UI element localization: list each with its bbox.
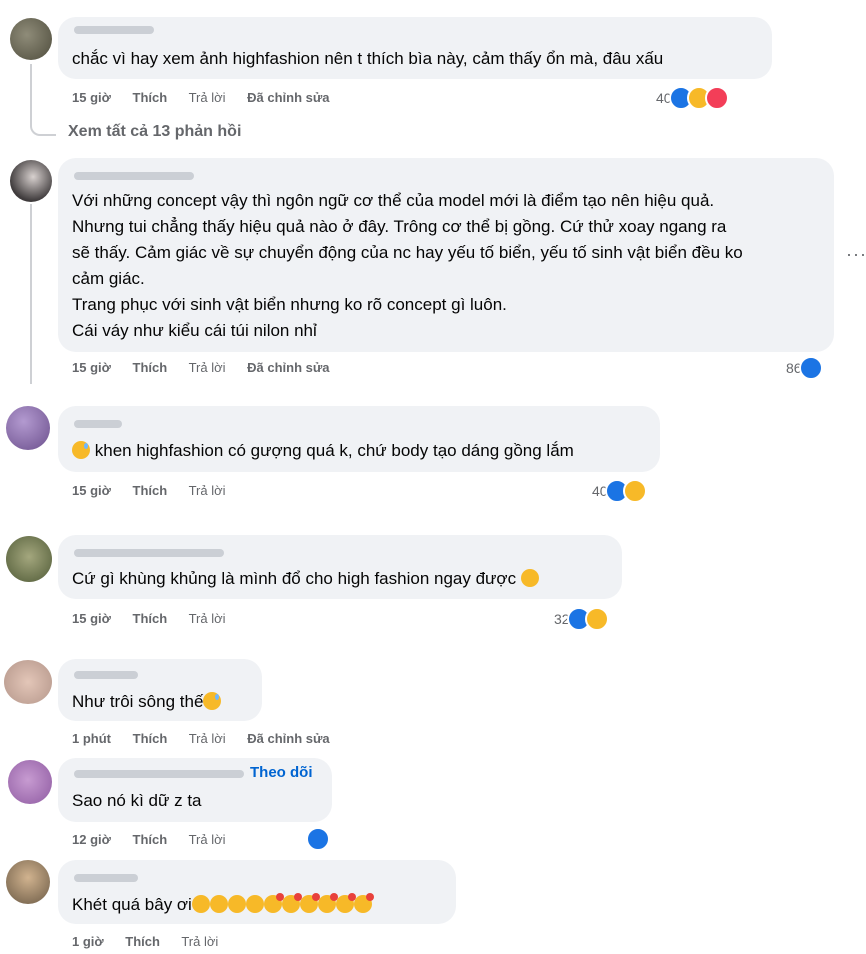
reaction-summary[interactable]: 40 xyxy=(656,86,729,110)
timestamp[interactable]: 15 giờ xyxy=(72,483,111,498)
reply-button[interactable]: Trả lời xyxy=(189,731,226,746)
like-icon xyxy=(798,356,823,380)
heart-face-emoji-icon xyxy=(281,893,302,913)
author-name-redacted[interactable] xyxy=(74,172,194,180)
comment-actions: 15 giờ Thích Trả lời xyxy=(72,483,244,498)
comment-text: Sao nó kì dữ z ta xyxy=(72,791,202,810)
comment-text-line: sẽ thấy. Cảm giác về sự chuyển động của … xyxy=(72,243,743,262)
like-button[interactable]: Thích xyxy=(125,934,160,949)
comment-text-content: Khét quá bây ơi xyxy=(72,895,192,914)
like-button[interactable]: Thích xyxy=(133,360,168,375)
reaction-summary[interactable]: 40 xyxy=(592,479,647,503)
timestamp[interactable]: 15 giờ xyxy=(72,611,111,626)
comment-bubble: Theo dõi Sao nó kì dữ z ta xyxy=(58,758,332,822)
reply-button[interactable]: Trả lời xyxy=(189,360,226,375)
like-button[interactable]: Thích xyxy=(133,483,168,498)
comment-bubble: Với những concept vậy thì ngôn ngữ cơ th… xyxy=(58,158,834,352)
edited-label: Đã chỉnh sửa xyxy=(247,360,330,375)
author-name-redacted[interactable] xyxy=(74,549,224,557)
comment-text-content: khen highfashion có gượng quá k, chứ bod… xyxy=(94,441,574,460)
comment-text-line: cảm giác. xyxy=(72,269,145,288)
comment-actions: 12 giờ Thích Trả lời xyxy=(72,832,244,847)
avatar[interactable] xyxy=(8,760,52,804)
comment-bubble: khen highfashion có gượng quá k, chứ bod… xyxy=(58,406,660,472)
timestamp[interactable]: 15 giờ xyxy=(72,90,111,105)
reply-button[interactable]: Trả lời xyxy=(189,483,226,498)
comment-text-line: Cái váy như kiểu cái túi nilon nhỉ xyxy=(72,321,317,340)
reaction-summary[interactable]: 86 xyxy=(786,356,823,380)
haha-icon xyxy=(584,607,609,631)
comment-bubble: chắc vì hay xem ảnh highfashion nên t th… xyxy=(58,17,772,79)
comment-text: khen highfashion có gượng quá k, chứ bod… xyxy=(72,438,574,464)
timestamp[interactable]: 15 giờ xyxy=(72,360,111,375)
author-name-redacted[interactable] xyxy=(74,770,244,778)
timestamp[interactable]: 12 giờ xyxy=(72,832,111,847)
reply-button[interactable]: Trả lời xyxy=(189,832,226,847)
like-icon xyxy=(306,827,330,851)
comment-bubble: Khét quá bây ơi xyxy=(58,860,456,924)
comment-text-content: Như trôi sông thế xyxy=(72,692,204,711)
grin-sweat-emoji-icon xyxy=(72,441,90,459)
grin-emoji-icon xyxy=(191,895,210,913)
reaction-summary[interactable]: 32 xyxy=(554,607,609,631)
like-button[interactable]: Thích xyxy=(133,731,168,746)
view-replies-link[interactable]: Xem tất cả 13 phản hồi xyxy=(68,123,241,141)
comment-text: Khét quá bây ơi xyxy=(72,892,374,918)
comment-actions: 1 phút Thích Trả lời Đã chỉnh sửa xyxy=(72,731,348,746)
comment-text-line: Với những concept vậy thì ngôn ngữ cơ th… xyxy=(72,191,715,210)
timestamp[interactable]: 1 giờ xyxy=(72,934,104,949)
comment-actions: 15 giờ Thích Trả lời Đã chỉnh sửa xyxy=(72,90,348,105)
timestamp[interactable]: 1 phút xyxy=(72,731,111,746)
author-name-redacted[interactable] xyxy=(74,26,154,34)
reply-button[interactable]: Trả lời xyxy=(189,611,226,626)
comment-text-line: Trang phục với sinh vật biển nhưng ko rõ… xyxy=(72,295,507,314)
comment-bubble: Cứ gì khùng khủng là mình đổ cho high fa… xyxy=(58,535,622,599)
rolling-eyes-emoji-icon xyxy=(520,569,539,587)
grin-emoji-icon xyxy=(209,895,228,913)
heart-face-emoji-icon xyxy=(299,893,320,913)
reaction-summary[interactable] xyxy=(306,827,330,851)
avatar[interactable] xyxy=(4,660,52,704)
reply-button[interactable]: Trả lời xyxy=(189,90,226,105)
heart-face-emoji-icon xyxy=(263,893,284,913)
avatar[interactable] xyxy=(6,536,52,582)
author-name-redacted[interactable] xyxy=(74,420,122,428)
comment-bubble: Như trôi sông thế xyxy=(58,659,262,721)
relieved-emoji-icon xyxy=(203,692,222,710)
edited-label: Đã chỉnh sửa xyxy=(247,731,330,746)
author-name-redacted[interactable] xyxy=(74,671,138,679)
comment-text: Như trôi sông thế xyxy=(72,689,222,715)
heart-face-emoji-icon xyxy=(335,893,356,913)
thread-line xyxy=(30,64,56,136)
heart-face-emoji-icon xyxy=(317,893,338,913)
comment-text: Cứ gì khùng khủng là mình đổ cho high fa… xyxy=(72,566,539,592)
more-options-icon[interactable]: ··· xyxy=(846,244,866,265)
like-button[interactable]: Thích xyxy=(133,832,168,847)
grin-emoji-icon xyxy=(227,895,246,913)
author-name-redacted[interactable] xyxy=(74,874,138,882)
avatar[interactable] xyxy=(10,18,52,60)
grin-emoji-icon xyxy=(245,895,264,913)
avatar[interactable] xyxy=(6,406,50,450)
love-icon xyxy=(704,86,729,110)
comment-actions: 15 giờ Thích Trả lời Đã chỉnh sửa xyxy=(72,360,348,375)
follow-button[interactable]: Theo dõi xyxy=(250,764,313,781)
edited-label: Đã chỉnh sửa xyxy=(247,90,330,105)
like-button[interactable]: Thích xyxy=(133,90,168,105)
comment-text-content: Cứ gì khùng khủng là mình đổ cho high fa… xyxy=(72,569,517,588)
comment-text: chắc vì hay xem ảnh highfashion nên t th… xyxy=(72,49,664,68)
comment-actions: 1 giờ Thích Trả lời xyxy=(72,934,236,949)
avatar[interactable] xyxy=(10,160,52,202)
haha-icon xyxy=(622,479,647,503)
comment-actions: 15 giờ Thích Trả lời xyxy=(72,611,244,626)
reply-button[interactable]: Trả lời xyxy=(181,934,218,949)
heart-face-emoji-icon xyxy=(353,893,374,913)
avatar[interactable] xyxy=(6,860,50,904)
thread-line xyxy=(30,204,32,384)
comment-text-line: Nhưng tui chẳng thấy hiệu quả nào ở đây.… xyxy=(72,217,727,236)
like-button[interactable]: Thích xyxy=(133,611,168,626)
